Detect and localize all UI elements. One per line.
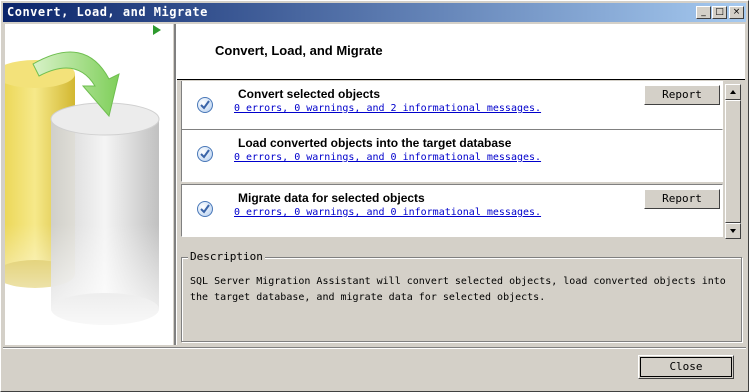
step-title: Migrate data for selected objects: [238, 191, 425, 205]
close-button[interactable]: Close: [638, 355, 734, 379]
title-bar[interactable]: Convert, Load, and Migrate _ □ ×: [3, 3, 746, 22]
step-title: Convert selected objects: [238, 87, 381, 101]
check-circle-icon: [197, 201, 213, 217]
report-button[interactable]: Report: [644, 85, 720, 105]
wizard-illustration: [5, 24, 173, 345]
description-label: Description: [188, 250, 265, 263]
step-list-viewport: Convert selected objects 0 errors, 0 war…: [178, 81, 723, 239]
step-messages-link[interactable]: 0 errors, 0 warnings, and 0 informationa…: [234, 207, 541, 218]
arrow-up-icon: [730, 90, 736, 94]
footer-divider: [3, 347, 746, 349]
step-migrate: Migrate data for selected objects 0 erro…: [181, 184, 723, 237]
page-header: Convert, Load, and Migrate: [177, 24, 745, 80]
step-list-scrollbar[interactable]: [725, 84, 741, 239]
minimize-button[interactable]: _: [696, 6, 711, 19]
maximize-button[interactable]: □: [712, 6, 727, 19]
step-load: Load converted objects into the target d…: [181, 129, 723, 182]
check-circle-icon: [197, 97, 213, 113]
scroll-up-button[interactable]: [725, 84, 741, 100]
step-convert: Convert selected objects 0 errors, 0 war…: [181, 81, 723, 133]
arrow-down-icon: [730, 229, 736, 233]
step-list: Convert selected objects 0 errors, 0 war…: [178, 81, 742, 239]
step-messages-link[interactable]: 0 errors, 0 warnings, and 2 informationa…: [234, 103, 541, 114]
step-title: Load converted objects into the target d…: [238, 136, 512, 150]
check-circle-icon: [197, 146, 213, 162]
page-title: Convert, Load, and Migrate: [215, 43, 383, 58]
scroll-thumb[interactable]: [725, 100, 741, 223]
close-window-button[interactable]: ×: [729, 6, 744, 19]
window-title: Convert, Load, and Migrate: [7, 5, 208, 19]
description-group: Description SQL Server Migration Assista…: [181, 250, 742, 342]
scroll-down-button[interactable]: [725, 223, 741, 239]
migration-window: Convert, Load, and Migrate _ □ × Convert…: [0, 0, 749, 392]
current-step-arrow-icon: [153, 25, 161, 35]
step-messages-link[interactable]: 0 errors, 0 warnings, and 0 informationa…: [234, 152, 541, 163]
database-migration-illustration: [5, 51, 173, 345]
description-text: SQL Server Migration Assistant will conv…: [190, 276, 726, 303]
report-button[interactable]: Report: [644, 189, 720, 209]
